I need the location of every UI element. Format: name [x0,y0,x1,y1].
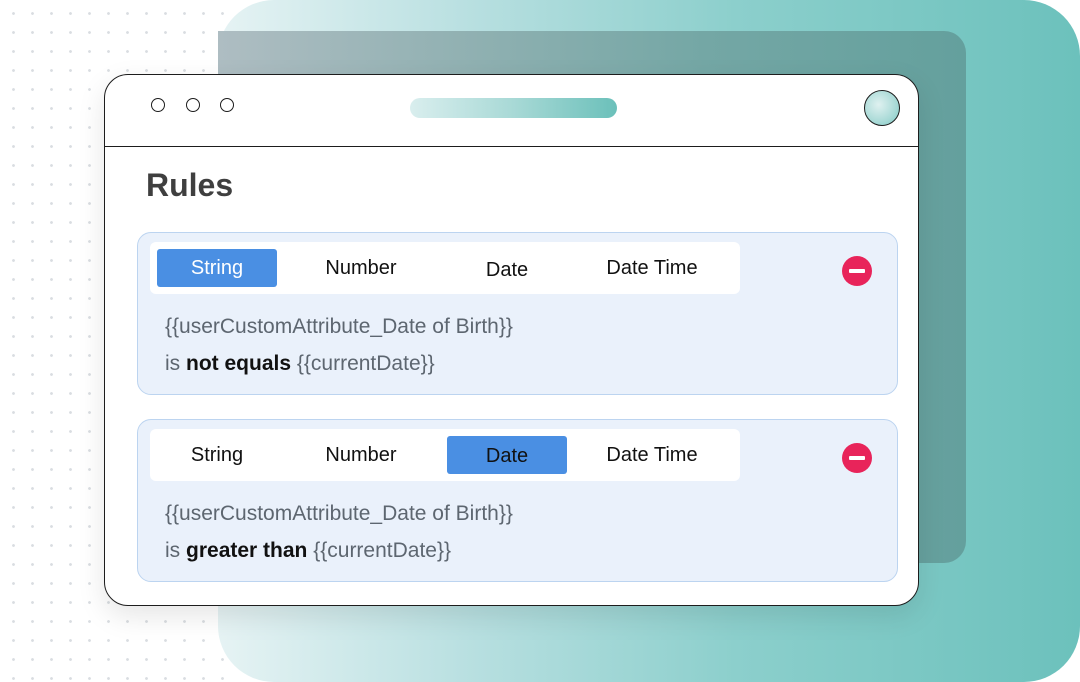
rule-condition: is not equals {{currentDate}} [165,352,435,376]
rule-operator[interactable]: not equals [186,352,291,375]
tab-number[interactable]: Number [300,249,422,287]
minus-circle-icon [849,456,865,460]
browser-window: Rules String Number Date Date Time {{use… [104,74,919,606]
page-title: Rules [146,167,234,203]
avatar[interactable] [864,90,900,126]
rule-card: String Number Date Date Time {{userCusto… [137,419,898,582]
window-titlebar [105,75,918,147]
tab-string[interactable]: String [157,249,277,287]
rule-condition: is greater than {{currentDate}} [165,539,451,563]
rule-operator[interactable]: greater than [186,539,307,562]
tab-date-time[interactable]: Date Time [587,436,717,474]
remove-rule-button[interactable] [842,256,872,286]
rule-value: {{currentDate}} [313,539,452,562]
rule-is-label: is [165,539,181,562]
window-control-dot-2[interactable] [186,98,200,112]
type-tab-bar: String Number Date Date Time [150,429,740,481]
window-control-dot-1[interactable] [151,98,165,112]
rule-is-label: is [165,352,181,375]
window-control-dot-3[interactable] [220,98,234,112]
rule-attribute: {{userCustomAttribute_Date of Birth}} [165,315,513,338]
minus-circle-icon [849,269,865,273]
tab-date[interactable]: Date [447,436,567,474]
address-bar[interactable] [410,98,617,118]
remove-rule-button[interactable] [842,443,872,473]
type-tab-bar: String Number Date Date Time [150,242,740,294]
tab-date-time[interactable]: Date Time [587,249,717,287]
rule-value: {{currentDate}} [296,352,435,375]
rule-attribute: {{userCustomAttribute_Date of Birth}} [165,502,513,525]
tab-string[interactable]: String [157,436,277,474]
rule-card: String Number Date Date Time {{userCusto… [137,232,898,395]
tab-date[interactable]: Date [447,251,567,289]
tab-number[interactable]: Number [300,436,422,474]
